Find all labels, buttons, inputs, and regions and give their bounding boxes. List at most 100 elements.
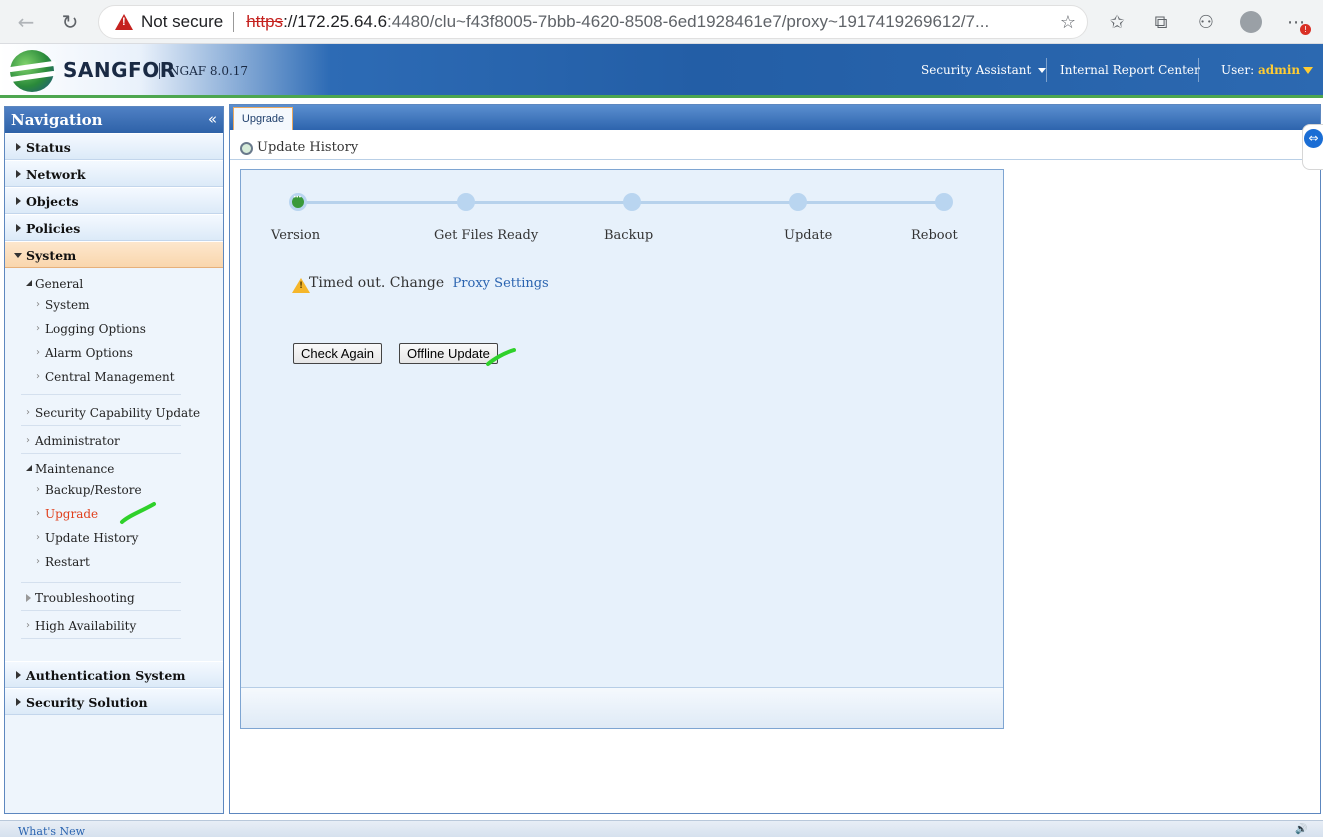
remote-assist-widget[interactable]: ⇔ [1302, 124, 1323, 170]
chevron-right-icon: › [36, 532, 40, 543]
sidebar-item-status[interactable]: Status [5, 133, 223, 160]
reload-icon[interactable]: ↻ [56, 8, 84, 36]
header-divider [1046, 58, 1047, 82]
chevron-down-icon [1303, 67, 1314, 74]
tree-item-administrator[interactable]: Administrator [35, 434, 120, 448]
sidebar-item-objects[interactable]: Objects [5, 187, 223, 214]
step-label: Backup [604, 228, 654, 243]
tree-item-central-management[interactable]: Central Management [45, 370, 175, 384]
tree-item-upgrade[interactable]: Upgrade [45, 507, 98, 521]
not-secure-label[interactable]: Not secure [141, 12, 223, 32]
chevron-right-icon: › [36, 299, 40, 310]
extensions-icon[interactable]: ⚇ [1194, 10, 1218, 34]
tree-item-security-capability-update[interactable]: Security Capability Update [35, 406, 200, 420]
step-dot-version [289, 193, 307, 211]
sidebar-item-label: Security Solution [26, 695, 148, 710]
chevron-right-icon: › [36, 556, 40, 567]
caret-right-icon [16, 671, 21, 679]
tree-divider [21, 453, 181, 454]
caret-right-icon [16, 143, 21, 151]
step-dot-reboot [935, 193, 953, 211]
tree-item-restart[interactable]: Restart [45, 555, 90, 569]
chevron-right-icon: › [26, 620, 30, 631]
timeout-text: Timed out. Change [309, 275, 445, 291]
tree-divider [21, 638, 181, 639]
wizard-footer [241, 687, 1003, 728]
chevron-right-icon: › [36, 484, 40, 495]
tree-item-maintenance[interactable]: Maintenance [35, 462, 114, 476]
caret-right-icon [16, 170, 21, 178]
chevron-right-icon: › [36, 323, 40, 334]
navigation-sidebar: Navigation « Status Network Objects Poli… [4, 106, 224, 814]
chevron-right-icon: › [26, 407, 30, 418]
collapse-icon[interactable]: « [208, 110, 217, 128]
tree-item-alarm-options[interactable]: Alarm Options [45, 346, 133, 360]
tree-item-system[interactable]: System [45, 298, 89, 312]
step-label: Version [271, 228, 321, 243]
product-version: NGAF 8.0.17 [169, 64, 249, 78]
brand-divider [159, 63, 160, 79]
user-label: User: [1221, 63, 1255, 77]
check-again-button[interactable]: Check Again [293, 343, 382, 364]
annotation-mark [486, 348, 516, 366]
sidebar-item-system[interactable]: System [5, 241, 223, 268]
speaker-icon[interactable]: 🔊 [1295, 824, 1309, 835]
tree-divider [21, 394, 181, 395]
tree-item-backup-restore[interactable]: Backup/Restore [45, 483, 142, 497]
url-path: :4480/clu~f43f8005-7bbb-4620-8508-6ed192… [387, 12, 990, 31]
chevron-right-icon: › [36, 371, 40, 382]
header-divider [1198, 58, 1199, 82]
url-scheme: https [246, 12, 284, 31]
whats-new-link[interactable]: What's New [18, 825, 85, 838]
step-label: Update [784, 228, 833, 243]
user-menu[interactable]: User: admin [1221, 63, 1314, 77]
tree-divider [21, 582, 181, 583]
tree-item-troubleshooting[interactable]: Troubleshooting [35, 591, 135, 605]
history-icon [240, 142, 253, 155]
address-bar[interactable]: Not secure https://172.25.64.6:4480/clu~… [98, 5, 1088, 39]
chevron-right-icon: › [36, 508, 40, 519]
caret-down-icon [14, 253, 22, 258]
tree-divider [21, 425, 181, 426]
expanded-icon [26, 280, 32, 286]
sidebar-title: Navigation [11, 111, 103, 129]
favorites-icon[interactable]: ✩ [1105, 10, 1129, 34]
tree-item-update-history[interactable]: Update History [45, 531, 138, 545]
sidebar-item-authentication-system[interactable]: Authentication System [5, 661, 223, 688]
star-icon[interactable]: ☆ [1056, 10, 1080, 34]
browser-toolbar: ← ↻ Not secure https://172.25.64.6:4480/… [0, 0, 1323, 44]
step-dot-update [789, 193, 807, 211]
caret-right-icon [26, 594, 31, 602]
sidebar-item-label: Status [26, 140, 71, 155]
sidebar-item-network[interactable]: Network [5, 160, 223, 187]
caret-right-icon [16, 197, 21, 205]
update-history-link[interactable]: Update History [257, 140, 358, 155]
collections-icon[interactable]: ⧉ [1149, 10, 1173, 34]
security-assistant-menu[interactable]: Security Assistant [921, 63, 1047, 77]
upgrade-wizard: Version Get Files Ready Backup Update Re… [240, 169, 1004, 729]
internal-report-center-link[interactable]: Internal Report Center [1060, 63, 1200, 77]
sidebar-item-label: System [26, 248, 77, 263]
tree-item-high-availability[interactable]: High Availability [35, 619, 136, 633]
sidebar-item-policies[interactable]: Policies [5, 214, 223, 241]
warning-icon [292, 278, 310, 293]
proxy-settings-link[interactable]: Proxy Settings [453, 276, 549, 291]
step-dot-get-files-ready [457, 193, 475, 211]
sidebar-item-security-solution[interactable]: Security Solution [5, 688, 223, 715]
subheader: Update History [230, 130, 1320, 160]
sidebar-item-label: Policies [26, 221, 81, 236]
profile-avatar[interactable] [1240, 11, 1262, 33]
chevron-right-icon: › [36, 347, 40, 358]
sidebar-item-label: Network [26, 167, 86, 182]
back-icon[interactable]: ← [12, 8, 40, 36]
tree-item-general[interactable]: General [35, 277, 83, 291]
tree-item-logging-options[interactable]: Logging Options [45, 322, 146, 336]
timeout-message: Timed out. Change Proxy Settings [309, 275, 549, 291]
caret-right-icon [16, 698, 21, 706]
url-divider [233, 12, 235, 32]
tab-upgrade[interactable]: Upgrade [233, 107, 293, 130]
tree-divider [21, 610, 181, 611]
security-assistant-label: Security Assistant [921, 63, 1032, 77]
progress-track [299, 201, 944, 204]
app-header: SANGFOR NGAF 8.0.17 Security Assistant I… [0, 44, 1323, 98]
